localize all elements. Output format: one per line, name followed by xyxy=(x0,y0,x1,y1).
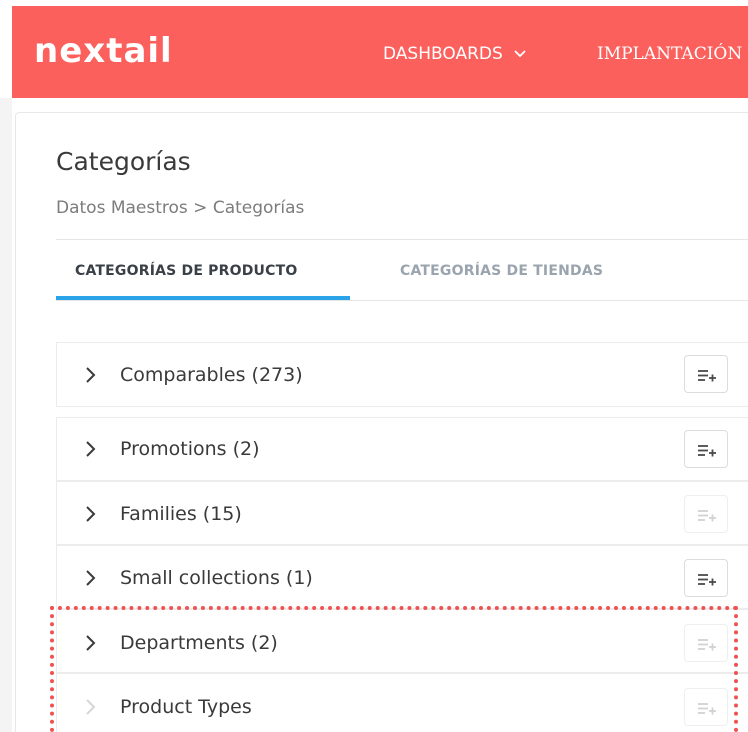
category-label: Comparables (273) xyxy=(120,364,303,386)
chevron-right-icon[interactable] xyxy=(83,505,97,523)
top-navigation-bar: nextail DASHBOARDS IMPLANTACIÓN xyxy=(12,6,748,98)
tabs-divider xyxy=(56,300,748,301)
chevron-right-icon[interactable] xyxy=(83,569,97,587)
nav-implantacion-menu[interactable]: IMPLANTACIÓN xyxy=(597,44,742,64)
highlight-annotation-box xyxy=(50,606,738,732)
divider xyxy=(56,239,748,240)
list-add-icon xyxy=(698,370,716,382)
list-add-icon xyxy=(698,574,716,586)
page-title: Categorías xyxy=(56,147,191,176)
chevron-right-icon[interactable] xyxy=(83,440,97,458)
category-label: Small collections (1) xyxy=(120,567,313,589)
category-row-families[interactable]: Families (15) xyxy=(56,481,748,545)
add-subcategory-button-disabled xyxy=(684,495,728,533)
breadcrumb[interactable]: Datos Maestros > Categorías xyxy=(56,197,304,219)
left-gutter xyxy=(0,98,12,732)
chevron-right-icon[interactable] xyxy=(83,366,97,384)
category-row-small-collections[interactable]: Small collections (1) xyxy=(56,545,748,609)
category-row-promotions[interactable]: Promotions (2) xyxy=(56,417,748,481)
chevron-down-icon xyxy=(514,50,526,58)
nextail-logo[interactable]: nextail xyxy=(34,34,173,68)
category-label: Promotions (2) xyxy=(120,438,260,460)
tab-store-categories[interactable]: CATEGORÍAS DE TIENDAS xyxy=(400,262,603,280)
add-subcategory-button[interactable] xyxy=(684,559,728,597)
category-label: Families (15) xyxy=(120,503,242,525)
nav-dashboards-label: DASHBOARDS xyxy=(383,44,503,64)
add-subcategory-button[interactable] xyxy=(684,430,728,468)
list-add-icon xyxy=(698,445,716,457)
list-add-icon xyxy=(698,510,716,522)
category-row-comparables[interactable]: Comparables (273) xyxy=(56,342,748,407)
nav-dashboards-menu[interactable]: DASHBOARDS xyxy=(383,44,527,64)
add-subcategory-button[interactable] xyxy=(684,355,728,393)
tab-product-categories[interactable]: CATEGORÍAS DE PRODUCTO xyxy=(75,262,297,280)
